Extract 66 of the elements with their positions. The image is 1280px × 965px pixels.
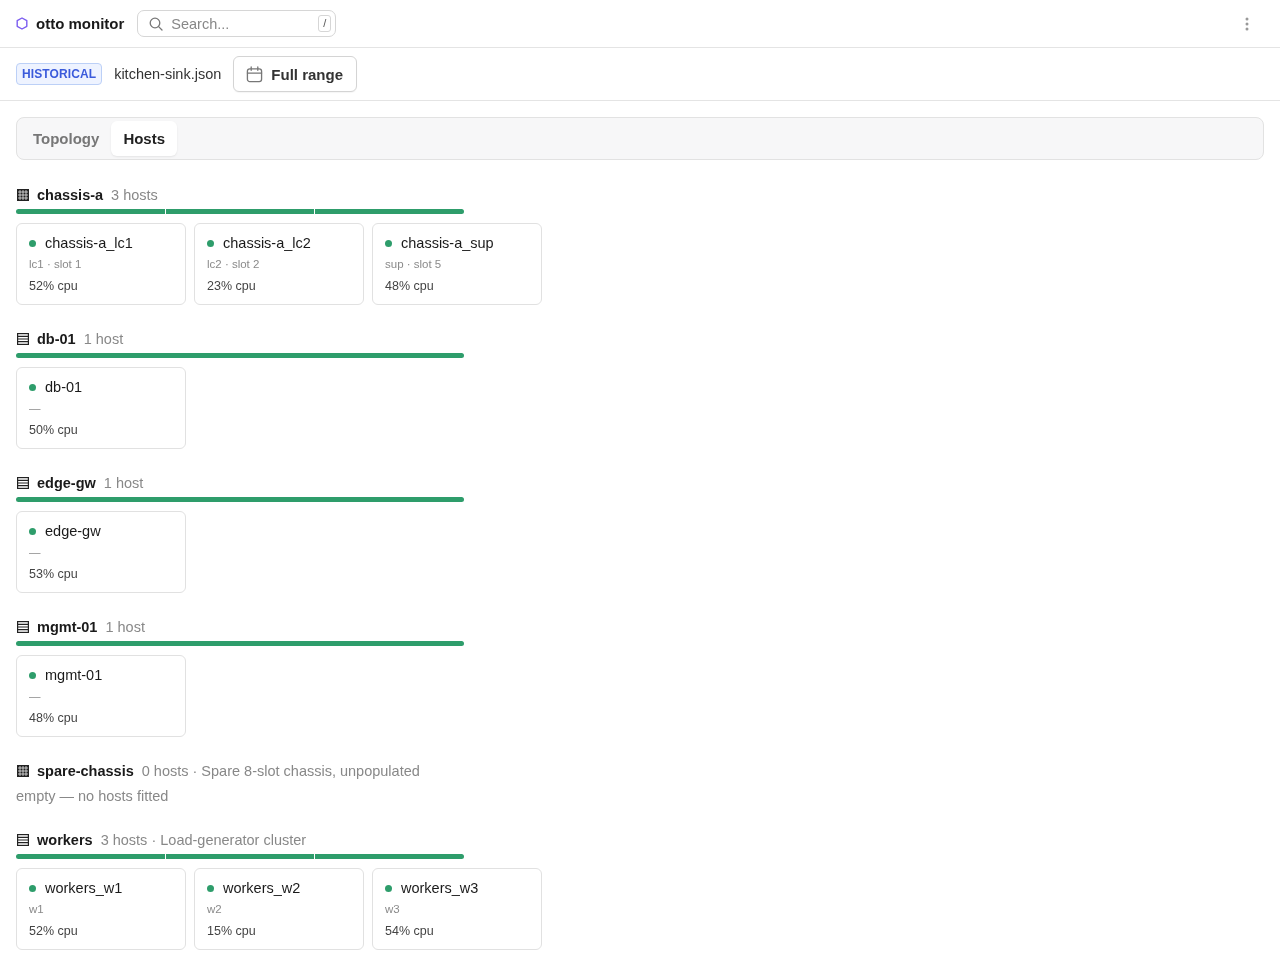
host-cpu: 52% cpu (29, 923, 79, 939)
host-name: edge-gw (45, 523, 101, 539)
tab[interactable]: Hosts (111, 121, 178, 156)
host-name: workers_w1 (45, 880, 123, 896)
host-card[interactable]: chassis-a_lc2 lc2 · slot 2 23% cpu (194, 223, 364, 305)
empty-note: empty — no hosts fitted (16, 788, 169, 804)
host-card[interactable]: workers_w1 w1 52% cpu (16, 868, 186, 950)
group-name: workers (37, 832, 93, 848)
shortcut-key: / (318, 15, 332, 32)
host-cpu: 48% cpu (29, 710, 79, 726)
host-card[interactable]: db-01 — 50% cpu (16, 367, 186, 449)
host-cpu: 15% cpu (207, 923, 257, 939)
group-meta: 0 hosts · Spare 8-slot chassis, unpopulated (141, 763, 420, 779)
group-meta: 3 hosts (111, 187, 158, 203)
host-name: chassis-a_lc1 (45, 235, 133, 251)
host-card[interactable]: mgmt-01 — 48% cpu (16, 655, 186, 737)
search-icon (149, 17, 164, 31)
host-card[interactable]: chassis-a_sup sup · slot 5 48% cpu (372, 223, 542, 305)
host-cpu: 53% cpu (29, 566, 79, 582)
host-detail: w1 (29, 902, 45, 917)
host-cpu: 50% cpu (29, 422, 79, 438)
host-name: workers_w3 (401, 880, 479, 896)
range-button[interactable]: Full range (233, 56, 357, 92)
list-icon (17, 834, 29, 846)
group-name: db-01 (37, 331, 76, 347)
host-detail: — (29, 545, 42, 560)
grid-icon (17, 189, 29, 201)
host-cpu: 23% cpu (207, 278, 257, 294)
group-name: chassis-a (37, 187, 104, 203)
host-name: db-01 (45, 379, 83, 395)
host-detail: lc1 · slot 1 (29, 257, 83, 272)
app-title: otto monitor (36, 15, 125, 32)
grid-icon (17, 765, 29, 777)
group-meta: 1 host (103, 475, 144, 491)
host-detail: w2 (207, 902, 223, 917)
host-detail: — (29, 401, 42, 416)
more-menu-icon[interactable] (1245, 16, 1249, 31)
calendar-icon (246, 65, 264, 83)
host-cpu: 48% cpu (385, 278, 435, 294)
group-meta: 1 host (83, 331, 124, 347)
host-card[interactable]: workers_w2 w2 15% cpu (194, 868, 364, 950)
group-name: spare-chassis (37, 763, 134, 779)
host-detail: sup · slot 5 (385, 257, 443, 272)
host-cpu: 54% cpu (385, 923, 435, 939)
host-name: chassis-a_lc2 (223, 235, 311, 251)
group-meta: 1 host (105, 619, 145, 635)
list-icon (17, 477, 29, 489)
tab[interactable]: Topology (21, 121, 112, 156)
host-detail: w3 (385, 902, 401, 917)
host-name: workers_w2 (223, 880, 301, 896)
host-name: mgmt-01 (45, 667, 103, 683)
host-detail: lc2 · slot 2 (207, 257, 261, 272)
host-detail: — (29, 689, 42, 704)
host-card[interactable]: edge-gw — 53% cpu (16, 511, 186, 593)
list-icon (17, 621, 29, 633)
hexagon-logo-icon (16, 17, 28, 30)
group-name: edge-gw (37, 475, 96, 491)
host-card[interactable]: chassis-a_lc1 lc1 · slot 1 52% cpu (16, 223, 186, 305)
list-icon (17, 333, 29, 345)
host-name: chassis-a_sup (401, 235, 494, 251)
host-card[interactable]: workers_w3 w3 54% cpu (372, 868, 542, 950)
group-meta: 3 hosts · Load-generator cluster (100, 832, 307, 848)
file-name: kitchen-sink.json (114, 66, 222, 82)
host-cpu: 52% cpu (29, 278, 79, 294)
mode-badge: HISTORICAL (16, 63, 103, 85)
group-name: mgmt-01 (37, 619, 98, 635)
